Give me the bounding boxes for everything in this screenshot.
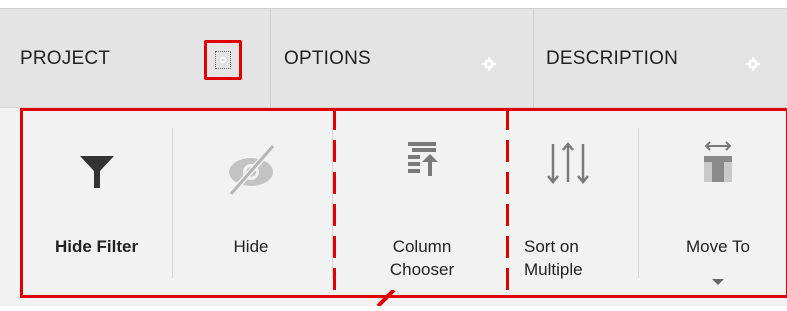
highlight-dash-left — [333, 108, 336, 298]
gear-icon[interactable] — [215, 51, 231, 69]
column-header-description[interactable]: DESCRIPTION — [546, 48, 678, 70]
column-header-options[interactable]: OPTIONS — [284, 48, 371, 70]
column-divider — [270, 8, 271, 108]
callout-pointer — [374, 288, 400, 308]
column-divider — [533, 8, 534, 108]
column-header-project[interactable]: PROJECT — [20, 48, 110, 70]
column-chooser-highlight — [333, 108, 509, 298]
top-strip — [0, 0, 787, 8]
highlight-dash-right — [506, 108, 509, 298]
gear-icon[interactable] — [745, 56, 761, 72]
gear-icon[interactable] — [481, 56, 497, 72]
project-settings-highlight — [204, 40, 242, 80]
